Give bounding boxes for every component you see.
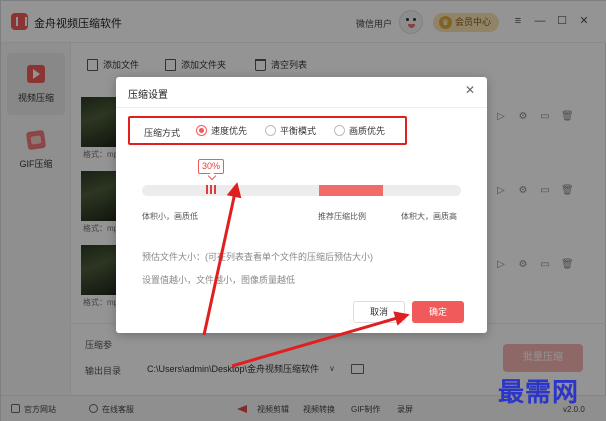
radio-speed-first[interactable]: 速度优先 (196, 125, 247, 137)
radio-dot (196, 125, 207, 136)
recommended-range (319, 185, 383, 196)
slider-value-bubble: 30% (198, 159, 224, 174)
hint-large: 体积大，画质高 (401, 212, 457, 221)
radio-label: 画质优先 (349, 126, 386, 136)
cancel-button[interactable]: 取消 (353, 301, 405, 323)
radio-balanced[interactable]: 平衡模式 (265, 125, 316, 137)
compress-mode-label: 压缩方式 (144, 128, 181, 138)
radio-label: 速度优先 (211, 126, 248, 136)
quality-note: 设置值越小，文件越小，图像质量越低 (142, 275, 296, 285)
estimate-note: (可在列表查看单个文件的压缩后预估大小) (205, 252, 374, 262)
watermark: 最需网 (498, 378, 580, 408)
estimate-size: 预估文件大小：(可在列表查看单个文件的压缩后预估大小) (142, 250, 373, 263)
radio-dot (265, 125, 276, 136)
radio-quality-first[interactable]: 画质优先 (334, 125, 385, 137)
radio-label: 平衡模式 (280, 126, 317, 136)
compress-settings-dialog: 压缩设置 ✕ 压缩方式 速度优先 平衡模式 画质优先 30% 体积小，画质低 推… (116, 77, 487, 333)
estimate-label: 预估文件大小： (142, 252, 206, 262)
slider-handle[interactable] (204, 183, 218, 198)
close-icon[interactable]: ✕ (463, 83, 477, 97)
confirm-button[interactable]: 确定 (412, 301, 464, 323)
compression-slider[interactable] (142, 185, 461, 196)
radio-dot (334, 125, 345, 136)
hint-recommended: 推荐压缩比例 (318, 212, 366, 221)
divider (116, 107, 487, 108)
hint-small: 体积小，画质低 (142, 212, 198, 221)
compress-mode-group: 压缩方式 速度优先 平衡模式 画质优先 (128, 116, 407, 145)
dialog-title: 压缩设置 (128, 90, 168, 101)
